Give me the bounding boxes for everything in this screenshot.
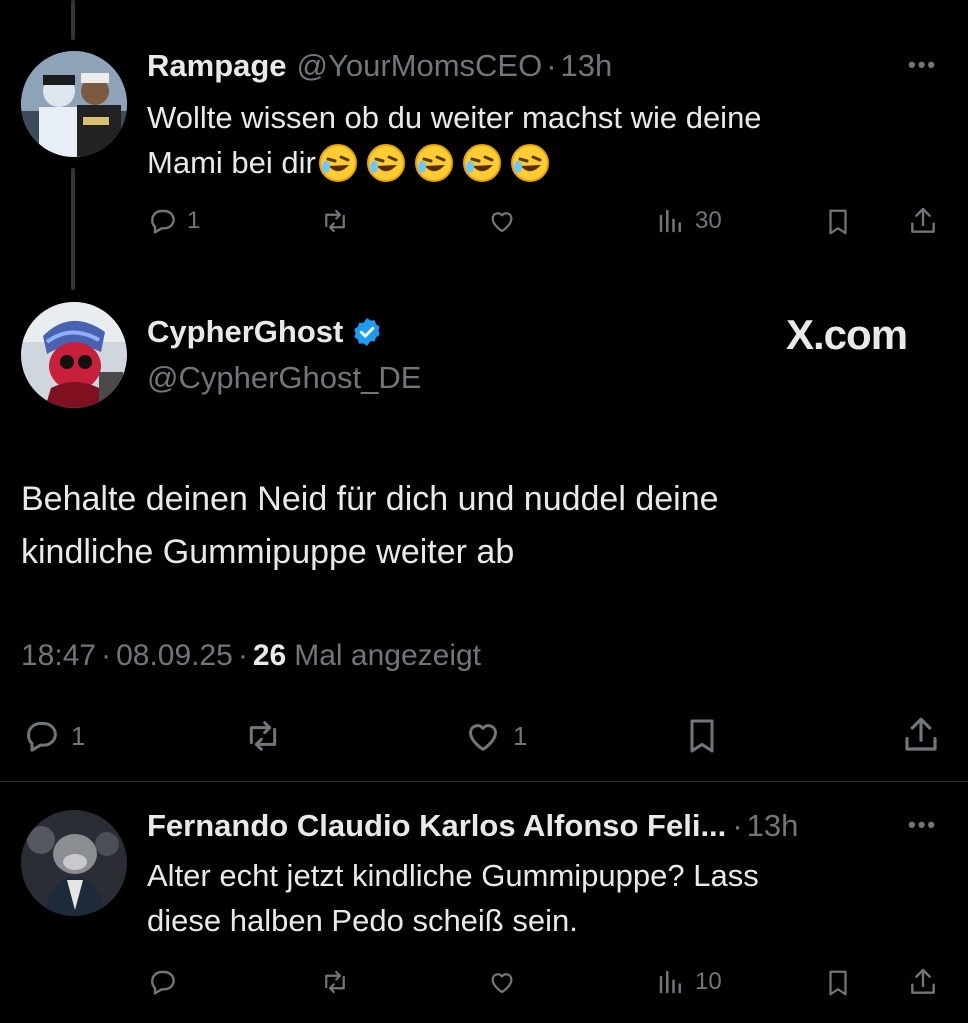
main-like-count: 1 [513, 720, 528, 751]
reply2-repost-button[interactable] [318, 967, 352, 997]
main-timestamp-row: 18:47 · 08.09.25 · 26 Mal angezeigt [21, 639, 481, 673]
reply1-views-count: 30 [695, 207, 722, 234]
x-watermark: X.com [786, 311, 908, 358]
main-repost-button[interactable] [240, 716, 286, 756]
reply1-display-name[interactable]: Rampage [147, 48, 287, 84]
reply2-bookmark-button[interactable] [823, 967, 853, 999]
avatar-fernando[interactable] [21, 810, 127, 916]
reply1-share-button[interactable] [907, 205, 939, 237]
reply2-text-line2: diese halben Pedo scheiß sein. [147, 903, 578, 938]
share-icon [905, 717, 937, 751]
thread-line-connector [71, 168, 75, 290]
rofl-emoji-icon [462, 143, 501, 182]
verified-badge-icon [354, 318, 381, 346]
main-share-button[interactable] [900, 714, 942, 756]
reply2-text: Alter echt jetzt kindliche Gummipuppe? L… [147, 853, 927, 943]
main-reply-count: 1 [71, 720, 86, 751]
reply1-text: Wollte wissen ob du weiter machst wie de… [147, 95, 927, 185]
avatar-fernando-image [21, 810, 127, 916]
reply2-display-name[interactable]: Fernando Claudio Karlos Alfonso Feli... [147, 808, 726, 844]
reply2-more-icon[interactable]: ••• [908, 812, 937, 838]
main-display-name[interactable]: CypherGhost [147, 314, 343, 350]
heart-icon [469, 724, 497, 751]
main-views-label: Mal angezeigt [294, 639, 482, 672]
reply2-separator: · [732, 808, 743, 843]
repost-icon [249, 721, 277, 751]
reply2-header: Fernando Claudio Karlos Alfonso Feli... … [147, 808, 798, 844]
rofl-emoji-icon [414, 143, 453, 182]
reply2-share-button[interactable] [907, 966, 939, 998]
main-bookmark-button[interactable] [682, 714, 722, 758]
reply2-time[interactable]: 13h [747, 808, 799, 844]
main-date[interactable]: 08.09.25 [116, 639, 233, 673]
reply1-reply-button[interactable]: 1 [147, 205, 200, 237]
reply-icon [27, 722, 57, 752]
thread-line-top [71, 0, 75, 40]
heart-icon [491, 973, 513, 994]
avatar-rampage-image [21, 51, 127, 157]
reply1-views-button[interactable]: 30 [655, 206, 722, 236]
views-icon [659, 209, 681, 233]
reply-icon [151, 209, 175, 234]
reply1-like-button[interactable] [486, 206, 518, 236]
reply2-views-count: 10 [695, 968, 722, 995]
reply-icon [151, 970, 175, 995]
repost-icon [325, 209, 345, 233]
share-icon [911, 968, 935, 994]
main-sep-1: · [101, 639, 112, 672]
heart-icon [491, 212, 513, 233]
main-text-line2: kindliche Gummipuppe weiter ab [21, 533, 515, 571]
share-icon [911, 207, 935, 233]
reply1-header: Rampage @YourMomsCEO · 13h [147, 48, 612, 84]
avatar-cypherghost-image [21, 302, 127, 408]
rofl-emoji-icon [510, 143, 549, 182]
reply1-more-icon[interactable]: ••• [908, 52, 937, 78]
main-like-button[interactable]: 1 [461, 716, 527, 756]
reply1-separator: · [546, 48, 557, 83]
reply2-text-line1: Alter echt jetzt kindliche Gummipuppe? L… [147, 858, 759, 893]
bookmark-icon [690, 719, 714, 753]
reply1-time[interactable]: 13h [561, 48, 613, 84]
bookmark-icon [829, 970, 847, 996]
reply1-bookmark-button[interactable] [823, 206, 853, 238]
main-sep-2: · [237, 639, 248, 672]
main-time[interactable]: 18:47 [21, 639, 96, 673]
reply2-like-button[interactable] [486, 967, 518, 997]
main-text-line1: Behalte deinen Neid für dich und nuddel … [21, 480, 719, 518]
views-icon [659, 970, 681, 994]
rofl-emoji-icon [366, 143, 405, 182]
reply1-text-line2: Mami bei dir [147, 145, 316, 180]
reply2-views-button[interactable]: 10 [655, 967, 722, 997]
reply1-text-line1: Wollte wissen ob du weiter machst wie de… [147, 100, 762, 135]
reply1-repost-button[interactable] [318, 206, 352, 236]
divider [0, 781, 968, 782]
avatar-rampage[interactable] [21, 51, 127, 157]
reply1-handle[interactable]: @YourMomsCEO [297, 48, 543, 84]
reply1-reply-count: 1 [187, 207, 201, 234]
main-views-count: 26 [252, 639, 287, 672]
bookmark-icon [829, 209, 847, 235]
reply2-reply-button[interactable] [147, 966, 179, 998]
avatar-cypherghost[interactable] [21, 302, 127, 408]
main-header: CypherGhost [147, 314, 383, 350]
repost-icon [325, 970, 345, 994]
main-reply-button[interactable]: 1 [21, 716, 85, 756]
main-text: Behalte deinen Neid für dich und nuddel … [21, 473, 941, 579]
rofl-emoji-icon [318, 143, 357, 182]
reply1-emoji-row [318, 143, 558, 183]
reply1-text-line2-wrap: Mami bei dir [147, 140, 927, 185]
main-handle[interactable]: @CypherGhost_DE [147, 360, 421, 396]
